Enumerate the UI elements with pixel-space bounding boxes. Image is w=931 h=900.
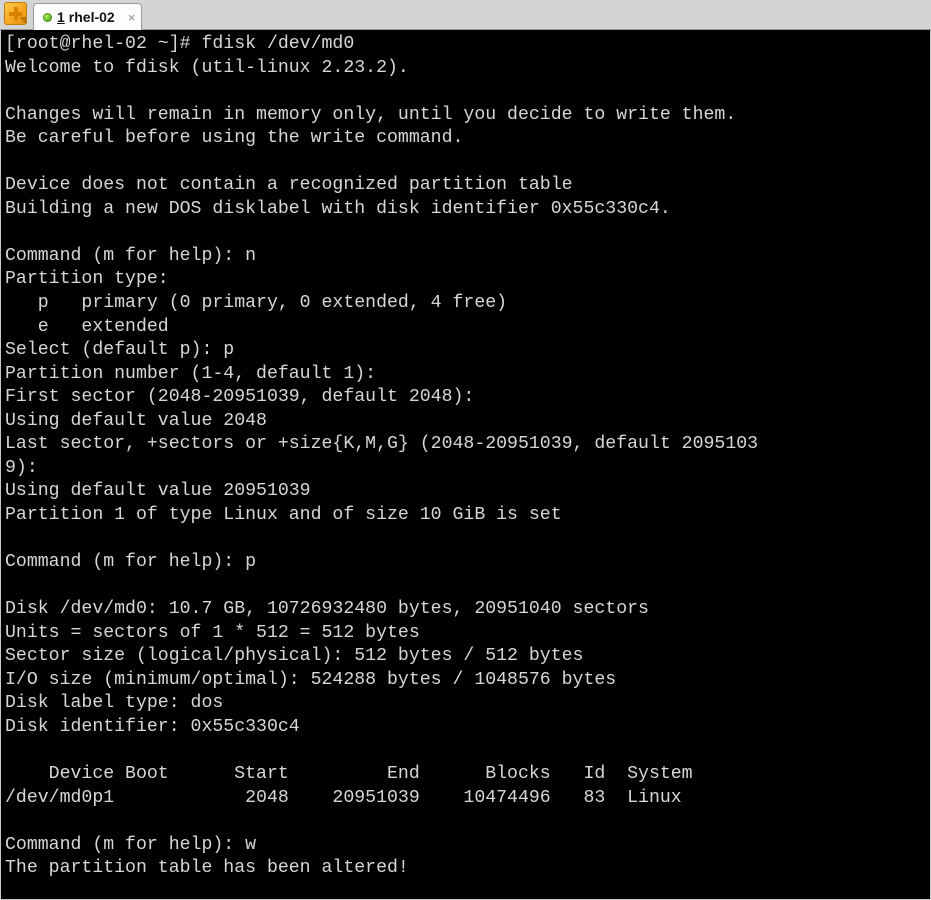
tab-bar: 1 rhel-02 × [0, 0, 931, 30]
terminal-line: Disk /dev/md0: 10.7 GB, 10726932480 byte… [5, 599, 649, 620]
terminal-line: Disk label type: dos [5, 693, 224, 714]
terminal-line: [root@rhel-02 ~]# fdisk /dev/md0 [5, 34, 355, 54]
tab-index-label: 1 [57, 9, 65, 25]
terminal-line: Using default value 2048 [5, 410, 267, 431]
connection-status-dot-icon [43, 12, 52, 22]
plus-icon-vertical-bar [14, 7, 18, 20]
terminal-line: Using default value 20951039 [5, 481, 311, 502]
terminal-line: Last sector, +sectors or +size{K,M,G} (2… [5, 434, 759, 455]
terminal-line: Disk identifier: 0x55c330c4 [5, 716, 300, 737]
tab-title-label: rhel-02 [68, 9, 115, 25]
terminal-line: Changes will remain in memory only, unti… [5, 104, 737, 125]
terminal-line: The partition table has been altered! [5, 858, 409, 879]
close-icon[interactable]: × [128, 11, 136, 24]
terminal-line: Welcome to fdisk (util-linux 2.23.2). [5, 57, 409, 78]
terminal-line: Partition number (1-4, default 1): [5, 363, 377, 384]
terminal-line: Building a new DOS disklabel with disk i… [5, 198, 671, 219]
terminal-line: Device does not contain a recognized par… [5, 175, 573, 196]
terminal-line: Device Boot Start End Blocks Id System [5, 763, 693, 784]
terminal-line: Sector size (logical/physical): 512 byte… [5, 646, 584, 667]
terminal-line: 9): [5, 457, 38, 478]
terminal-line: Select (default p): p [5, 340, 235, 361]
terminal-line: e extended [5, 316, 169, 337]
terminal-line: /dev/md0p1 2048 20951039 10474496 83 Lin… [5, 787, 682, 808]
terminal-output[interactable]: [root@rhel-02 ~]# fdisk /dev/md0 Welcome … [1, 30, 930, 881]
icon-corner-fold [19, 17, 26, 24]
terminal-line: I/O size (minimum/optimal): 524288 bytes… [5, 669, 617, 690]
terminal-line: First sector (2048-20951039, default 204… [5, 387, 475, 408]
terminal-line: p primary (0 primary, 0 extended, 4 free… [5, 293, 508, 314]
terminal-line: Command (m for help): n [5, 245, 257, 266]
tab-rhel-02[interactable]: 1 rhel-02 × [33, 3, 143, 30]
terminal-line: Be careful before using the write comman… [5, 128, 464, 149]
terminal-line: Units = sectors of 1 * 512 = 512 bytes [5, 622, 420, 643]
terminal-line: Partition type: [5, 269, 169, 290]
application-menu-icon[interactable] [4, 2, 27, 25]
terminal-application-window: 1 rhel-02 × [root@rhel-02 ~]# fdisk /dev… [0, 0, 931, 900]
terminal-area[interactable]: [root@rhel-02 ~]# fdisk /dev/md0 Welcome … [0, 30, 931, 900]
terminal-line: Partition 1 of type Linux and of size 10… [5, 504, 562, 525]
terminal-line: Command (m for help): w [5, 834, 257, 855]
terminal-line: Command (m for help): p [5, 552, 257, 573]
